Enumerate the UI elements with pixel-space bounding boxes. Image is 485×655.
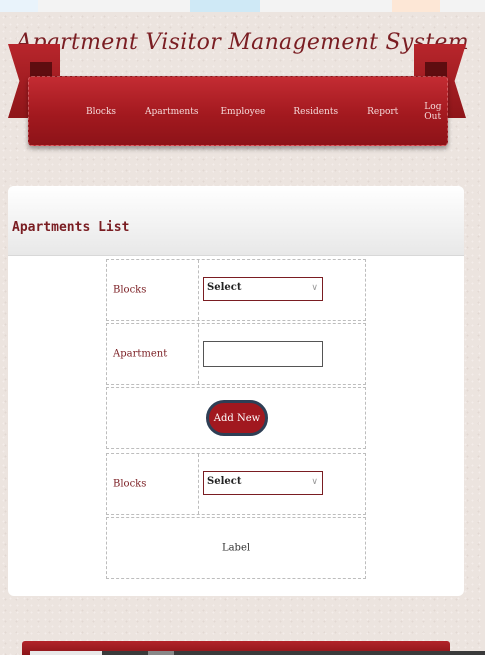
form-row-blocks-2: Blocks Select ∨ (106, 453, 366, 515)
form-row-blocks: Blocks Select ∨ (106, 259, 366, 321)
nav-item-report[interactable]: Report (367, 107, 398, 117)
label-cell: Apartment (107, 324, 199, 384)
form-row-label: Label (106, 517, 366, 579)
chevron-down-icon: ∨ (311, 283, 318, 293)
nav-item-employee[interactable]: Employee (220, 107, 265, 117)
form-row-apartment: Apartment (106, 323, 366, 385)
label-cell: Blocks (107, 260, 199, 320)
main-nav: Blocks Apartments Employee Residents Rep… (28, 102, 448, 122)
add-new-button[interactable]: Add New (206, 400, 268, 436)
apartment-input[interactable] (203, 341, 323, 367)
browser-top-strip (0, 0, 485, 12)
top-strip-block (392, 0, 440, 12)
blocks-select-2-value: Select (207, 476, 242, 487)
taskbar (30, 651, 485, 655)
page-title: Apartments List (12, 220, 130, 235)
site-title: Apartment Visitor Management System (16, 30, 469, 55)
top-strip-block (190, 0, 260, 12)
status-label: Label (221, 542, 251, 554)
blocks-label-2: Blocks (113, 478, 147, 490)
taskbar-segment (148, 651, 174, 655)
panel-header: Apartments List (8, 186, 464, 256)
label-cell: Blocks (107, 454, 199, 514)
nav-item-residents[interactable]: Residents (293, 107, 338, 117)
blocks-label: Blocks (113, 284, 147, 296)
apartment-label: Apartment (113, 348, 168, 360)
nav-item-apartments[interactable]: Apartments (145, 107, 198, 117)
blocks-select[interactable]: Select ∨ (203, 277, 323, 301)
form-row-add: Add New (106, 387, 366, 449)
nav-item-logout[interactable]: Log Out (424, 102, 448, 122)
blocks-select-2[interactable]: Select ∨ (203, 471, 323, 495)
chevron-down-icon: ∨ (311, 477, 318, 487)
top-strip-block (0, 0, 38, 12)
blocks-select-value: Select (207, 282, 242, 293)
nav-item-blocks[interactable]: Blocks (86, 107, 116, 117)
taskbar-segment (30, 651, 102, 655)
